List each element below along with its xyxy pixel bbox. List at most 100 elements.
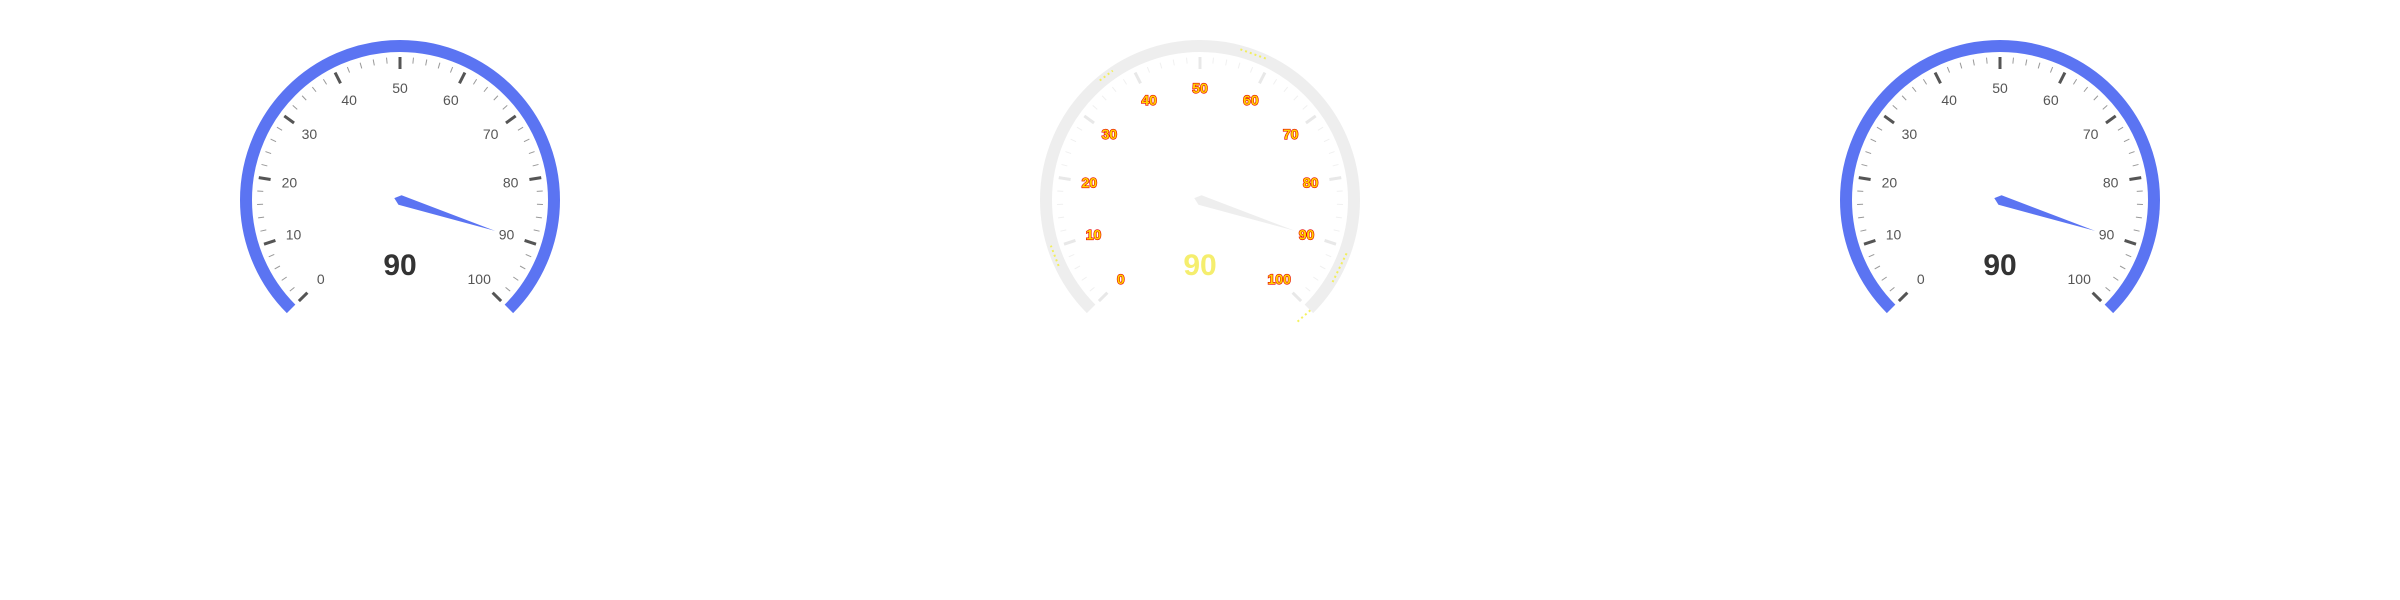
major-tick bbox=[1258, 71, 1267, 84]
tick-label: 50 bbox=[392, 80, 408, 96]
minor-tick bbox=[1901, 95, 1907, 101]
minor-tick bbox=[1333, 229, 1340, 232]
minor-tick bbox=[1892, 105, 1898, 110]
tick-label: 90 bbox=[499, 227, 515, 243]
major-tick bbox=[1058, 176, 1071, 181]
minor-tick bbox=[276, 126, 283, 131]
minor-tick bbox=[1172, 59, 1175, 66]
minor-tick bbox=[2123, 138, 2130, 143]
minor-tick bbox=[1089, 286, 1095, 292]
gauge-value: 90 bbox=[1183, 249, 1216, 282]
tick-label: 80 bbox=[1303, 174, 1319, 190]
minor-tick bbox=[502, 105, 508, 110]
glitch-mark bbox=[1295, 309, 1311, 324]
tick-label: 40 bbox=[341, 92, 357, 108]
minor-tick bbox=[1313, 276, 1319, 281]
major-tick bbox=[263, 239, 276, 246]
gauge-value: 90 bbox=[383, 249, 416, 282]
minor-tick bbox=[260, 229, 267, 232]
minor-tick bbox=[1068, 253, 1075, 258]
minor-tick bbox=[1922, 78, 1928, 85]
minor-tick bbox=[1302, 105, 1308, 110]
minor-tick bbox=[1065, 151, 1072, 155]
tick-label: 0 bbox=[1917, 271, 1925, 287]
minor-tick bbox=[1946, 66, 1951, 73]
minor-tick bbox=[425, 59, 428, 66]
major-tick bbox=[1863, 239, 1876, 246]
major-tick bbox=[333, 71, 342, 84]
tick-label: 30 bbox=[302, 126, 318, 142]
tick-label: 60 bbox=[2043, 92, 2059, 108]
gauge-canvas: 010203040506070809010090 010203040506070… bbox=[240, 40, 2160, 324]
minor-tick bbox=[322, 78, 328, 85]
minor-tick bbox=[1272, 78, 1278, 85]
minor-tick bbox=[346, 66, 351, 73]
major-tick bbox=[283, 114, 295, 125]
minor-tick bbox=[1081, 276, 1087, 281]
tick-label: 90 bbox=[1299, 227, 1315, 243]
minor-tick bbox=[2093, 95, 2099, 101]
minor-tick bbox=[1146, 66, 1151, 73]
major-tick bbox=[1133, 71, 1142, 84]
minor-tick bbox=[2037, 62, 2041, 69]
minor-tick bbox=[472, 78, 478, 85]
tick-label: 40 bbox=[1141, 92, 1157, 108]
tick-label: 70 bbox=[483, 126, 499, 142]
minor-tick bbox=[1860, 229, 1867, 232]
major-tick bbox=[1291, 291, 1303, 303]
minor-tick bbox=[1889, 286, 1895, 292]
gauge-right: 0 10 20 30 40 50 60 70 80 90 100 90 bbox=[1840, 40, 2160, 314]
major-tick bbox=[1083, 114, 1095, 125]
gauge-left: 0 10 20 30 40 50 60 70 80 90 100 90 bbox=[240, 40, 560, 314]
tick-label: 70 bbox=[1283, 126, 1299, 142]
major-tick bbox=[1883, 114, 1895, 125]
tick-label: 60 bbox=[443, 92, 459, 108]
minor-tick bbox=[265, 151, 272, 155]
tick-label: 10 bbox=[1086, 227, 1102, 243]
minor-tick bbox=[1076, 126, 1083, 131]
minor-tick bbox=[1092, 105, 1098, 110]
minor-tick bbox=[2012, 57, 2014, 64]
minor-tick bbox=[1305, 286, 1311, 292]
major-tick bbox=[297, 291, 309, 303]
tick-label: 20 bbox=[1882, 174, 1898, 190]
minor-tick bbox=[1317, 126, 1324, 131]
minor-tick bbox=[1074, 265, 1081, 270]
minor-tick bbox=[483, 86, 489, 93]
minor-tick bbox=[1959, 62, 1963, 69]
minor-tick bbox=[386, 57, 388, 64]
minor-tick bbox=[2117, 126, 2124, 131]
major-tick bbox=[2129, 176, 2142, 181]
minor-tick bbox=[1111, 86, 1117, 93]
minor-tick bbox=[258, 216, 265, 219]
major-tick bbox=[1933, 71, 1942, 84]
minor-tick bbox=[2083, 86, 2089, 93]
minor-tick bbox=[2072, 78, 2078, 85]
tick-label: 0 bbox=[1117, 271, 1125, 287]
minor-tick bbox=[1332, 163, 1339, 167]
major-tick bbox=[491, 291, 503, 303]
minor-tick bbox=[525, 253, 532, 258]
tick-label: 100 bbox=[468, 271, 492, 287]
tick-label: 30 bbox=[1102, 126, 1118, 142]
gauge-pointer bbox=[1194, 195, 1296, 231]
major-tick bbox=[1858, 176, 1871, 181]
minor-tick bbox=[1070, 138, 1077, 143]
minor-tick bbox=[1159, 62, 1163, 69]
minor-tick bbox=[1865, 151, 1872, 155]
minor-tick bbox=[292, 105, 298, 110]
minor-tick bbox=[2128, 151, 2135, 155]
tick-label: 50 bbox=[1192, 80, 1208, 96]
minor-tick bbox=[1061, 163, 1068, 167]
minor-tick bbox=[301, 95, 307, 101]
minor-tick bbox=[1225, 59, 1228, 66]
minor-tick bbox=[2119, 265, 2126, 270]
minor-tick bbox=[1861, 163, 1868, 167]
gauge-center: 0 10 20 30 40 50 60 70 80 90 100 90 bbox=[1040, 40, 1360, 324]
minor-tick bbox=[311, 86, 317, 93]
tick-label: 10 bbox=[286, 227, 302, 243]
tick-label: 50 bbox=[1992, 80, 2008, 96]
minor-tick bbox=[281, 276, 287, 281]
minor-tick bbox=[270, 138, 277, 143]
minor-tick bbox=[1868, 253, 1875, 258]
